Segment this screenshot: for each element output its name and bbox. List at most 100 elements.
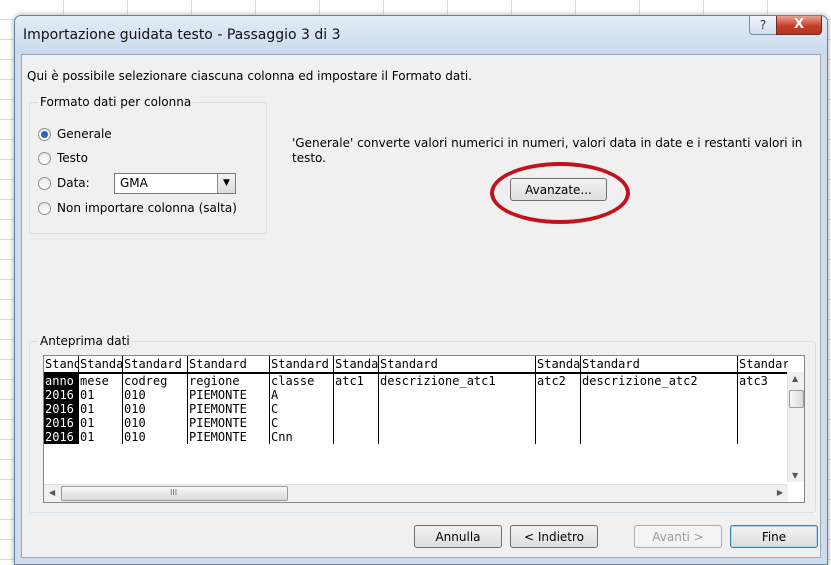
table-cell[interactable]: descrizione_atc2 [581, 374, 738, 388]
data-preview[interactable]: Standard Standard Standard Standard Stan… [43, 355, 805, 503]
chevron-down-icon[interactable]: ▼ [217, 174, 235, 193]
table-cell[interactable]: mese [79, 374, 123, 388]
radio-skip-column[interactable]: Non importare colonna (salta) [38, 200, 237, 216]
scroll-down-icon[interactable]: ▼ [792, 471, 798, 480]
table-cell[interactable] [334, 388, 379, 402]
table-cell[interactable] [581, 402, 738, 416]
next-button[interactable]: Avanti > [634, 525, 722, 548]
table-cell[interactable] [581, 388, 738, 402]
scroll-up-icon[interactable]: ▲ [792, 374, 798, 383]
table-cell[interactable]: A [270, 388, 334, 402]
close-icon[interactable]: X [776, 16, 822, 35]
format-legend: Formato dati per colonna [38, 95, 194, 109]
table-cell[interactable] [581, 416, 738, 430]
table-cell[interactable]: 010 [123, 416, 188, 430]
radio-label: Data: [57, 176, 90, 190]
table-cell[interactable]: 2016 [44, 388, 79, 402]
scroll-left-icon[interactable]: ◀ [49, 488, 55, 497]
radio-data[interactable]: Data: GMA ▼ [38, 173, 258, 194]
table-cell[interactable]: C [270, 416, 334, 430]
radio-label: Non importare colonna (salta) [57, 201, 237, 215]
table-cell[interactable] [738, 402, 788, 416]
title-bar: Importazione guidata testo - Passaggio 3… [15, 16, 827, 54]
preview-legend: Anteprima dati [38, 334, 132, 348]
table-cell[interactable] [379, 402, 536, 416]
table-cell[interactable] [536, 416, 581, 430]
cancel-button[interactable]: Annulla [414, 525, 502, 548]
table-cell[interactable]: 010 [123, 430, 188, 444]
table-cell[interactable]: PIEMONTE [188, 402, 270, 416]
table-cell[interactable]: 01 [79, 430, 123, 444]
table-cell[interactable]: 2016 [44, 430, 79, 444]
table-cell[interactable] [379, 388, 536, 402]
vertical-scrollbar[interactable]: ▲ ▼ [787, 372, 804, 482]
table-cell[interactable] [536, 388, 581, 402]
table-cell[interactable] [536, 430, 581, 444]
table-cell[interactable]: PIEMONTE [188, 430, 270, 444]
table-cell[interactable]: atc3 [738, 374, 788, 388]
dialog-title: Importazione guidata testo - Passaggio 3… [23, 27, 341, 43]
column-header[interactable]: Standard [581, 356, 738, 372]
text-import-wizard-dialog: Importazione guidata testo - Passaggio 3… [14, 15, 828, 565]
table-cell[interactable]: 010 [123, 402, 188, 416]
table-cell[interactable]: descrizione_atc1 [379, 374, 536, 388]
column-header[interactable]: Standard [379, 356, 536, 372]
column-header[interactable]: Standard [188, 356, 270, 372]
format-groupbox: Formato dati per colonna Generale Testo … [29, 95, 267, 234]
table-cell[interactable] [738, 430, 788, 444]
table-cell[interactable] [379, 416, 536, 430]
table-cell[interactable] [581, 430, 738, 444]
table-cell[interactable]: 2016 [44, 416, 79, 430]
table-cell[interactable]: classe [270, 374, 334, 388]
table-row: 2016 01 010 PIEMONTE C [44, 416, 788, 430]
table-cell[interactable]: 010 [123, 388, 188, 402]
table-cell[interactable]: 01 [79, 416, 123, 430]
table-cell[interactable]: codreg [123, 374, 188, 388]
radio-generale[interactable]: Generale [38, 126, 112, 142]
back-button[interactable]: < Indietro [510, 525, 598, 548]
table-cell[interactable]: PIEMONTE [188, 388, 270, 402]
table-cell[interactable]: PIEMONTE [188, 416, 270, 430]
table-cell[interactable]: atc2 [536, 374, 581, 388]
table-cell[interactable] [738, 388, 788, 402]
radio-label: Generale [57, 127, 112, 141]
table-cell[interactable] [334, 430, 379, 444]
table-cell[interactable]: 01 [79, 402, 123, 416]
scroll-right-icon[interactable]: ▶ [777, 488, 783, 497]
table-cell[interactable]: regione [188, 374, 270, 388]
date-format-select[interactable]: GMA ▼ [114, 173, 236, 194]
column-header[interactable]: Standard [270, 356, 334, 372]
vertical-scroll-thumb[interactable] [789, 390, 804, 408]
table-cell[interactable] [738, 416, 788, 430]
table-cell[interactable]: anno [44, 374, 79, 388]
table-cell[interactable] [536, 402, 581, 416]
column-type-header: Standard Standard Standard Standard Stan… [44, 356, 788, 374]
column-header[interactable]: Standard [334, 356, 379, 372]
table-cell[interactable]: Cnn [270, 430, 334, 444]
table-cell[interactable] [334, 402, 379, 416]
column-header[interactable]: Standard [79, 356, 123, 372]
column-header[interactable]: Standard [536, 356, 581, 372]
table-row: 2016 01 010 PIEMONTE A [44, 388, 788, 402]
horizontal-scrollbar[interactable]: ◀ III ▶ [44, 484, 788, 502]
table-cell[interactable]: 01 [79, 388, 123, 402]
preview-table: Standard Standard Standard Standard Stan… [44, 356, 788, 482]
date-format-value: GMA [120, 176, 148, 190]
help-icon[interactable]: ? [749, 16, 777, 35]
finish-button[interactable]: Fine [730, 525, 818, 548]
table-cell[interactable] [379, 430, 536, 444]
column-header[interactable]: Standard [738, 356, 788, 372]
column-header[interactable]: Standard [44, 356, 79, 372]
table-cell[interactable] [334, 416, 379, 430]
horizontal-scroll-thumb[interactable]: III [61, 486, 288, 501]
column-header[interactable]: Standard [123, 356, 188, 372]
annotation-circle [490, 162, 630, 224]
radio-label: Testo [57, 151, 88, 165]
table-cell[interactable]: atc1 [334, 374, 379, 388]
table-cell[interactable]: 2016 [44, 402, 79, 416]
dialog-body: Qui è possibile selezionare ciascuna col… [21, 54, 821, 558]
table-cell[interactable]: C [270, 402, 334, 416]
grip-icon: III [170, 488, 178, 497]
table-row: 2016 01 010 PIEMONTE Cnn [44, 430, 788, 444]
radio-testo[interactable]: Testo [38, 150, 88, 166]
